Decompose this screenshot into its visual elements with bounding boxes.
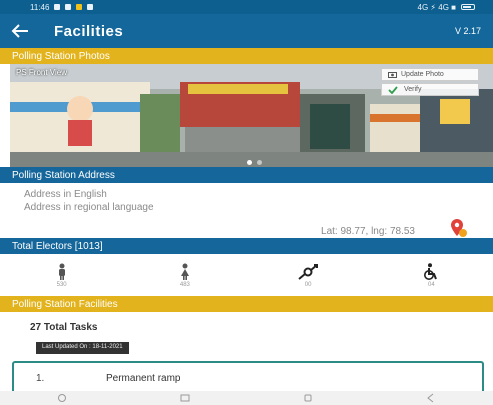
polling-station-photo[interactable]: PS Front View Update Photo Verify [10, 64, 493, 167]
address-section-header: Polling Station Address [0, 167, 493, 183]
electors-breakdown: 530 483 00 04 [0, 258, 493, 292]
camera-icon [388, 72, 397, 78]
home-icon[interactable] [303, 393, 313, 403]
task-name: Permanent ramp [106, 373, 181, 384]
pager-dot [257, 160, 262, 165]
verify-button[interactable]: Verify [381, 83, 479, 96]
male-icon [58, 263, 65, 280]
task-item[interactable]: 1. Permanent ramp [12, 361, 484, 391]
network-status: 4G ⚡ 4G ■ [417, 2, 456, 12]
section-title: Polling Station Address [12, 169, 115, 181]
last-updated-badge: Last Updated On : 18-11-2021 [36, 342, 129, 354]
third-gender-count: 00 [304, 281, 312, 288]
facilities-section-header: Polling Station Facilities [0, 296, 493, 312]
wheelchair-icon [424, 262, 438, 280]
address-regional: Address in regional language [24, 202, 154, 213]
pager-dot-active [247, 160, 252, 165]
back-icon[interactable] [426, 393, 436, 403]
photos-section-header: Polling Station Photos [0, 48, 493, 64]
app-bar: Facilities V 2.17 [0, 14, 493, 48]
male-count: 530 [56, 281, 67, 288]
task-number: 1. [36, 373, 45, 384]
update-photo-label: Update Photo [401, 71, 444, 78]
page-title: Facilities [54, 22, 124, 40]
elector-pwd: 04 [370, 258, 493, 292]
elector-third-gender: 00 [247, 258, 370, 292]
third-gender-icon [298, 263, 319, 280]
notification-icon [54, 4, 61, 10]
update-photo-button[interactable]: Update Photo [381, 68, 479, 81]
elector-female: 483 [123, 258, 246, 292]
electors-section-header: Total Electors [1013] [0, 238, 493, 254]
section-title: Polling Station Photos [12, 50, 110, 62]
verify-label: Verify [404, 86, 422, 93]
photo-view-label: PS Front View [16, 68, 67, 77]
pwd-count: 04 [428, 281, 435, 288]
female-count: 483 [179, 281, 190, 288]
system-nav-bar [0, 391, 493, 405]
photo-pager [247, 160, 262, 165]
battery-icon [461, 4, 475, 10]
total-tasks: 27 Total Tasks [30, 322, 98, 333]
address-english: Address in English [24, 189, 107, 200]
app-version: V 2.17 [454, 26, 481, 36]
elector-male: 530 [0, 258, 123, 292]
notification-icon [87, 4, 94, 10]
female-icon [180, 263, 189, 280]
section-title: Polling Station Facilities [12, 298, 118, 310]
notification-icon [76, 4, 83, 10]
lat-lng-readout: Lat: 98.77, lng: 78.53 [321, 226, 415, 237]
recents-icon[interactable] [180, 393, 190, 403]
status-bar: 11:46 4G ⚡ 4G ■ [0, 0, 493, 14]
section-title: Total Electors [1013] [12, 240, 103, 252]
check-icon [388, 85, 398, 94]
notification-icon [65, 4, 72, 10]
back-arrow-icon[interactable] [0, 14, 40, 48]
status-time: 11:46 [30, 2, 50, 12]
menu-icon[interactable] [57, 393, 67, 403]
